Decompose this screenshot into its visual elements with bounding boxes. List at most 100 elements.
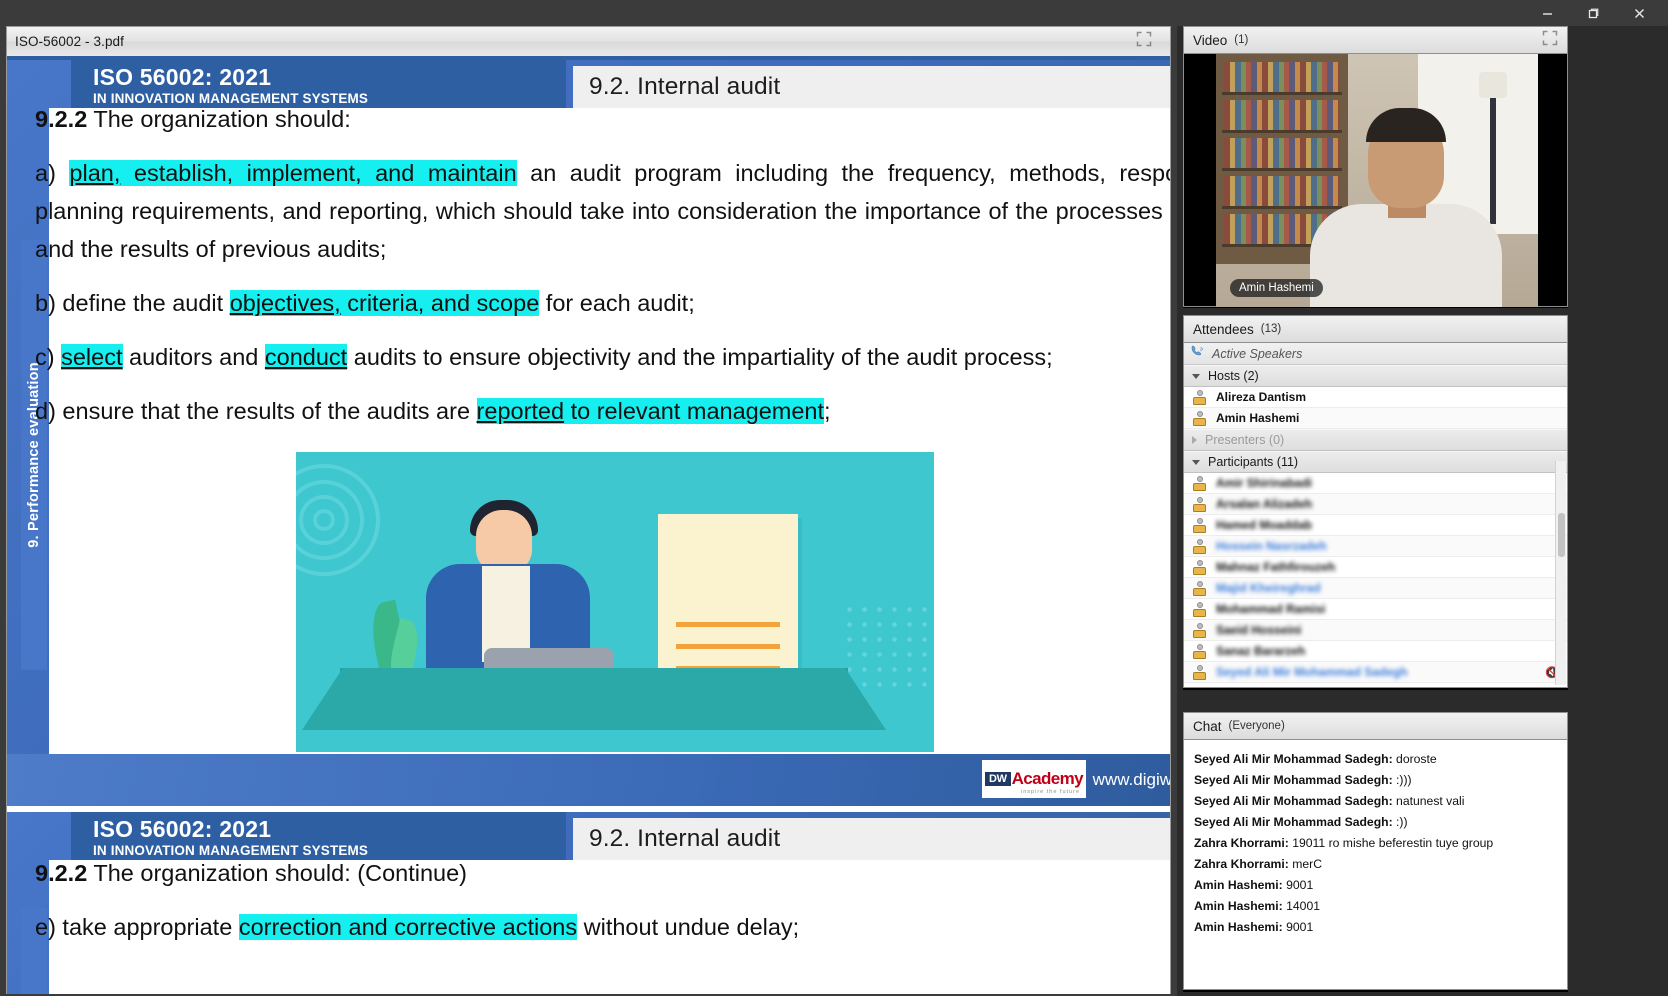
- restore-window-button[interactable]: [1570, 0, 1616, 26]
- attendee-avatar-icon: [1192, 664, 1207, 680]
- attendee-avatar-icon: [1192, 643, 1207, 659]
- chat-message-text: 14001: [1282, 899, 1320, 913]
- item-c-highlight-2: conduct: [264, 344, 348, 371]
- phone-speaker-icon: [1190, 345, 1205, 363]
- attendee-row[interactable]: Saeid Hosseini: [1184, 620, 1567, 641]
- site-url: www.digiw: [1092, 770, 1171, 789]
- attendee-row[interactable]: Majid Kheireghrad: [1184, 578, 1567, 599]
- expand-icon[interactable]: [1542, 30, 1558, 51]
- item-d-pre: ensure that the results of the audits ar…: [55, 398, 477, 425]
- minimize-window-button[interactable]: [1524, 0, 1570, 26]
- attendee-avatar-icon: [1192, 475, 1207, 491]
- chat-panel-title: Chat: [1193, 718, 1222, 734]
- attendees-list[interactable]: Active Speakers Hosts (2) Alireza Dantism…: [1183, 343, 1568, 688]
- attendee-name: Alireza Dantism: [1216, 390, 1307, 404]
- chat-message-text: 9001: [1282, 920, 1314, 934]
- video-count: (1): [1234, 34, 1249, 46]
- chevron-down-icon[interactable]: [1192, 373, 1200, 379]
- attendee-avatar-icon: [1192, 389, 1207, 405]
- document-panel-header: ISO-56002 - 3.pdf: [6, 26, 1171, 56]
- item-e-text: without undue delay;: [577, 914, 800, 941]
- attendee-avatar-icon: [1192, 538, 1207, 554]
- clause-heading: 9.2.2 The organization should:: [35, 100, 1170, 138]
- chat-message: Seyed Ali Mir Mohammad Sadegh: doroste: [1194, 749, 1557, 770]
- attendees-scrollbar[interactable]: [1555, 461, 1566, 685]
- chat-panel: Chat (Everyone) Seyed Ali Mir Mohammad S…: [1183, 712, 1568, 992]
- slide-text-block: 9.2.2 The organization should: a) plan, …: [35, 100, 1170, 446]
- chat-scope: (Everyone): [1228, 720, 1285, 732]
- attendee-row[interactable]: Seyed Ali Mir Mohammad Sadegh 🔇: [1184, 662, 1567, 683]
- attendee-row[interactable]: Mohammad Ramisi: [1184, 599, 1567, 620]
- logo-academy-text: Academy: [1011, 769, 1084, 788]
- chat-message-text: merC: [1288, 857, 1322, 871]
- attendee-row[interactable]: Arsalan Alizadeh: [1184, 494, 1567, 515]
- attendee-name: Majid Kheireghrad: [1216, 581, 1321, 595]
- attendee-avatar-icon: [1192, 559, 1207, 575]
- decorative-dots: [842, 602, 928, 694]
- clause-number-2: 9.2.2: [35, 860, 88, 886]
- attendee-row[interactable]: Amir Shirinabadi: [1184, 473, 1567, 494]
- attendees-panel-title: Attendees: [1193, 321, 1254, 337]
- slide-text-block-2: 9.2.2 The organization should: (Continue…: [35, 854, 1170, 962]
- video-panel-header: Video (1): [1183, 26, 1568, 54]
- chat-message-sender: Seyed Ali Mir Mohammad Sadegh:: [1194, 815, 1393, 829]
- item-a-highlight-rest: establish, implement, and maintain: [120, 160, 517, 187]
- chat-message-text: :))): [1392, 773, 1412, 787]
- attendees-panel: Attendees (13) Active Speakers Hosts (2)…: [1183, 315, 1568, 690]
- clause-heading-text: The organization should:: [87, 106, 351, 132]
- chevron-right-icon[interactable]: [1192, 436, 1197, 444]
- attendee-group-label: Participants (11): [1208, 455, 1299, 469]
- attendee-avatar-icon: [1192, 601, 1207, 617]
- illustration-left-mask: [254, 452, 296, 752]
- attendee-row[interactable]: Hossein Nasrzadeh: [1184, 536, 1567, 557]
- academy-logo: DW Academy inspire the future: [982, 760, 1086, 798]
- chat-message: Zahra Khorrami: merC: [1194, 854, 1557, 875]
- attendees-panel-header: Attendees (13): [1183, 315, 1568, 343]
- chat-message-text: 19011 ro mishe beferestin tuye group: [1288, 836, 1494, 850]
- item-e-highlight: correction and corrective actions: [238, 914, 578, 941]
- item-b-highlight: objectives, criteria, and scope: [229, 290, 540, 317]
- expand-icon[interactable]: [1136, 31, 1152, 52]
- active-speakers-row[interactable]: Active Speakers: [1184, 343, 1567, 365]
- attendee-group-label: Presenters (0): [1205, 433, 1285, 447]
- attendee-row[interactable]: Alireza Dantism: [1184, 387, 1567, 408]
- attendee-name: Arsalan Alizadeh: [1216, 497, 1313, 511]
- item-d-underline: reported: [476, 398, 565, 425]
- chat-message-sender: Zahra Khorrami:: [1194, 836, 1289, 850]
- attendee-avatar-icon: [1192, 622, 1207, 638]
- video-name-badge: Amin Hashemi: [1230, 279, 1323, 297]
- attendee-row[interactable]: Hamed Moaddab: [1184, 515, 1567, 536]
- chat-message-sender: Amin Hashemi:: [1194, 878, 1283, 892]
- attendee-group-header[interactable]: Hosts (2): [1184, 365, 1567, 387]
- attendee-group-header[interactable]: Participants (11): [1184, 451, 1567, 473]
- document-title: ISO-56002 - 3.pdf: [15, 34, 125, 49]
- attendee-name: Hossein Nasrzadeh: [1216, 539, 1327, 553]
- clause-heading-2: 9.2.2 The organization should: (Continue…: [35, 854, 1170, 892]
- chevron-down-icon[interactable]: [1192, 459, 1200, 465]
- slide-illustration: [254, 452, 934, 752]
- item-b-underline: objectives,: [229, 290, 341, 317]
- slide-page-1: 9. Performance evaluation ISO 56002: 202…: [7, 60, 1171, 806]
- participant-video-tile[interactable]: Amin Hashemi: [1216, 54, 1538, 307]
- item-a-highlight: plan, establish, implement, and maintain: [69, 160, 517, 187]
- document-viewport[interactable]: 9. Performance evaluation ISO 56002: 202…: [6, 56, 1171, 994]
- attendee-name: Amir Shirinabadi: [1216, 476, 1313, 490]
- attendee-group-header[interactable]: Presenters (0): [1184, 429, 1567, 451]
- attendee-row[interactable]: Amin Hashemi: [1184, 408, 1567, 429]
- item-marker-b: b): [35, 290, 56, 317]
- video-stage[interactable]: Amin Hashemi: [1183, 54, 1568, 307]
- item-c-text: audits to ensure objectivity and the imp…: [347, 344, 1053, 371]
- chat-message-sender: Amin Hashemi:: [1194, 920, 1283, 934]
- slide-title: 9.2. Internal audit: [589, 73, 781, 100]
- chat-message-list[interactable]: Seyed Ali Mir Mohammad Sadegh: doroste Se…: [1183, 740, 1568, 990]
- clause-heading-text-2: The organization should: (Continue): [87, 860, 467, 886]
- attendees-count: (13): [1260, 323, 1282, 335]
- attendee-name: Hamed Moaddab: [1216, 518, 1313, 532]
- floor-lamp: [1479, 72, 1507, 224]
- clause-item-a: a) plan, establish, implement, and maint…: [35, 154, 1170, 268]
- window-titlebar: [0, 0, 1668, 26]
- attendee-name: Sanaz Bararzeh: [1216, 644, 1306, 658]
- close-window-button[interactable]: [1616, 0, 1662, 26]
- attendee-row[interactable]: Mahnaz Fathfirouzeh: [1184, 557, 1567, 578]
- attendee-row[interactable]: Sanaz Bararzeh: [1184, 641, 1567, 662]
